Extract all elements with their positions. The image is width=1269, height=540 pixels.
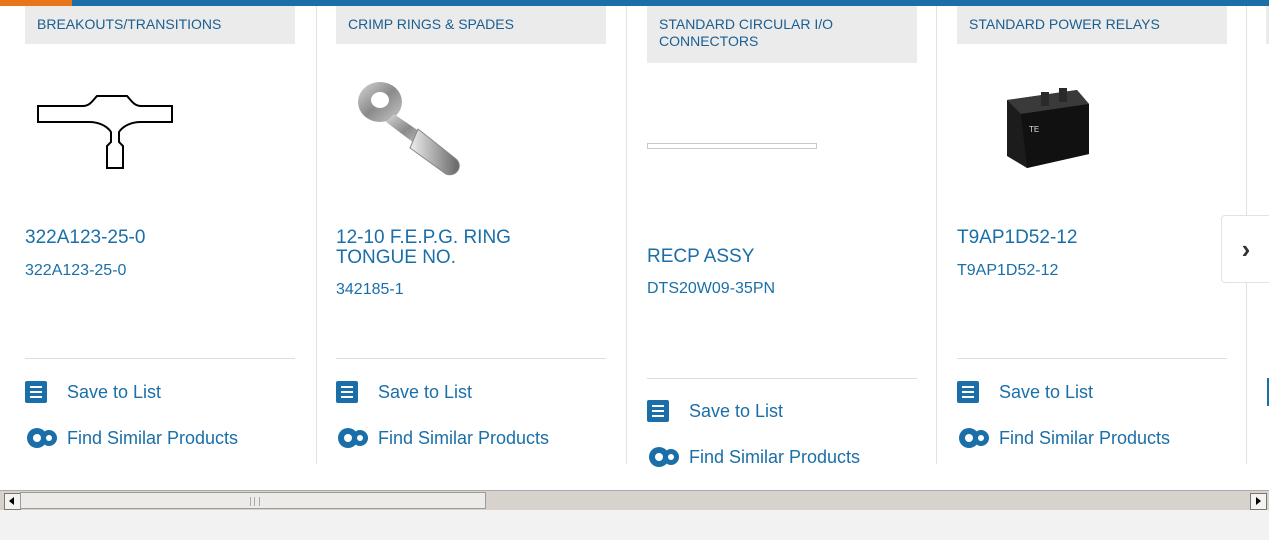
product-title[interactable]: 322A123-25-0 xyxy=(25,228,285,248)
find-similar-button[interactable]: Find Similar Products xyxy=(957,426,1170,450)
arrow-right-icon xyxy=(1256,497,1261,505)
card-separator xyxy=(936,6,937,464)
card-divider xyxy=(25,358,295,359)
grip-icon xyxy=(250,497,260,506)
card-separator xyxy=(626,6,627,464)
chevron-right-icon: › xyxy=(1241,233,1251,264)
part-number[interactable]: 342185-1 xyxy=(336,281,404,299)
card-divider xyxy=(336,358,606,359)
gears-icon xyxy=(338,428,368,448)
checklist-icon xyxy=(647,400,669,422)
save-to-list-button[interactable]: Save to List xyxy=(647,400,783,422)
power-relay-icon[interactable]: TE xyxy=(987,76,1097,176)
save-to-list-button[interactable]: Save to List xyxy=(957,381,1093,403)
checklist-icon xyxy=(957,381,979,403)
gears-icon xyxy=(27,428,57,448)
product-card: STANDARD CIRCULAR I/O CONNECTORS RECP AS… xyxy=(647,6,917,484)
product-title[interactable]: 12-10 F.E.P.G. RING TONGUE NO. xyxy=(336,228,596,268)
card-divider xyxy=(957,358,1227,359)
save-to-list-label: Save to List xyxy=(999,381,1094,402)
product-title[interactable]: RECP ASSY xyxy=(647,247,907,267)
save-to-list-label: Save to List xyxy=(67,381,162,402)
part-number[interactable]: 322A123-25-0 xyxy=(25,262,126,280)
find-similar-label: Find Similar Products xyxy=(689,446,861,467)
save-to-list-label: Save to List xyxy=(689,400,784,421)
find-similar-button[interactable]: Find Similar Products xyxy=(25,426,238,450)
bottom-pane xyxy=(0,510,1269,540)
find-similar-button[interactable]: Find Similar Products xyxy=(336,426,549,450)
scrollbar-thumb[interactable] xyxy=(20,492,486,509)
scroll-left-button[interactable] xyxy=(4,493,21,510)
part-number[interactable]: DTS20W09-35PN xyxy=(647,280,775,298)
card-divider xyxy=(647,378,917,379)
connector-placeholder-icon[interactable] xyxy=(647,143,817,149)
product-card: BREAKOUTS/TRANSITIONS 322A123-25-0 322A1… xyxy=(25,6,295,484)
category-label[interactable]: STANDARD CIRCULAR I/O CONNECTORS xyxy=(647,6,917,63)
checklist-icon xyxy=(25,381,47,403)
svg-text:TE: TE xyxy=(1029,125,1039,134)
save-to-list-label: Save to List xyxy=(378,381,473,402)
product-card: STANDARD POWER RELAYS TE T9AP1D52-12 T9A… xyxy=(957,6,1227,484)
ring-terminal-icon[interactable] xyxy=(356,74,496,184)
checklist-icon xyxy=(336,381,358,403)
card-separator xyxy=(316,6,317,464)
scroll-right-button[interactable] xyxy=(1250,493,1267,510)
find-similar-label: Find Similar Products xyxy=(67,427,239,448)
category-label[interactable]: CRIMP RINGS & SPADES xyxy=(336,6,606,44)
breakout-transition-icon[interactable] xyxy=(35,84,185,174)
gears-icon xyxy=(959,428,989,448)
product-carousel: BREAKOUTS/TRANSITIONS 322A123-25-0 322A1… xyxy=(0,6,1269,484)
product-card: CRIMP RINGS & SPADES 12-10 F.E.P.G. RING… xyxy=(336,6,606,484)
gears-icon xyxy=(649,447,679,467)
find-similar-button[interactable]: Find Similar Products xyxy=(647,445,860,469)
carousel-next-button[interactable]: › xyxy=(1221,215,1269,283)
arrow-left-icon xyxy=(9,497,14,505)
save-to-list-button[interactable]: Save to List xyxy=(25,381,161,403)
save-to-list-button[interactable]: Save to List xyxy=(336,381,472,403)
find-similar-label: Find Similar Products xyxy=(378,427,550,448)
category-label[interactable]: BREAKOUTS/TRANSITIONS xyxy=(25,6,295,44)
horizontal-scrollbar[interactable] xyxy=(0,490,1269,510)
find-similar-label: Find Similar Products xyxy=(999,427,1171,448)
part-number[interactable]: T9AP1D52-12 xyxy=(957,262,1058,280)
category-label[interactable]: STANDARD POWER RELAYS xyxy=(957,6,1227,44)
product-title[interactable]: T9AP1D52-12 xyxy=(957,228,1217,248)
